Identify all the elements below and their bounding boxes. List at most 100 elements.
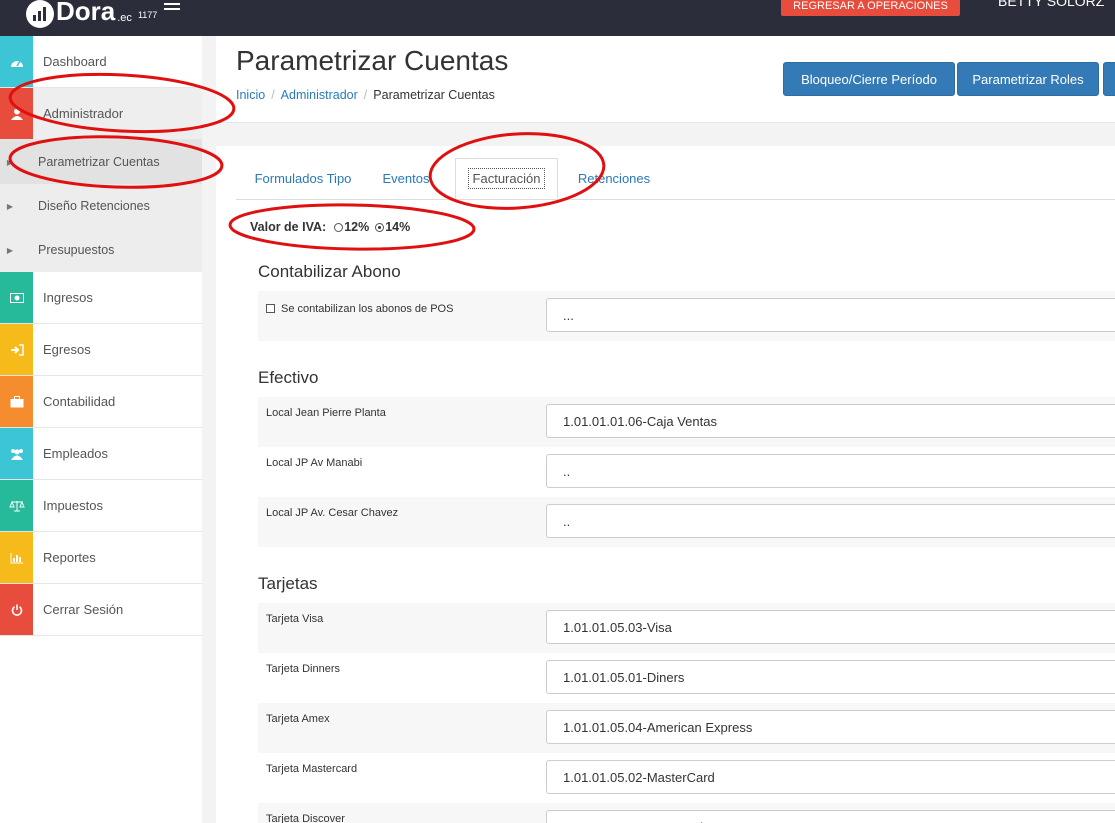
logo-text: Dora — [56, 0, 116, 26]
sidebar-subitem-parametrizar-cuentas[interactable]: ▶ Parametrizar Cuentas — [0, 140, 202, 184]
sidebar-item-contabilidad[interactable]: Contabilidad — [0, 376, 202, 428]
form-row: Local Jean Pierre Planta 1.01.01.01.06-C… — [258, 397, 1115, 447]
breadcrumb-separator: / — [363, 88, 368, 102]
sidebar-gutter — [202, 36, 216, 823]
parametrizar-roles-button[interactable]: Parametrizar Roles — [957, 62, 1099, 96]
sidebar-item-administrador[interactable]: Administrador — [0, 88, 202, 140]
sidebar-item-label: Reportes — [43, 550, 96, 565]
row-label: Tarjeta Visa — [266, 613, 324, 625]
tab-eventos[interactable]: Eventos — [376, 158, 436, 198]
row-label: Local JP Av. Cesar Chavez — [266, 507, 399, 519]
back-to-operations-button[interactable]: REGRESAR A OPERACIONES — [781, 0, 960, 16]
logo-number: 1177 — [137, 10, 158, 20]
tab-facturacion[interactable]: Facturación — [455, 158, 558, 199]
logo-chart-icon — [26, 0, 54, 28]
hamburger-menu-icon[interactable] — [164, 0, 180, 12]
briefcase-icon — [0, 376, 33, 427]
sidebar-subitem-presupuestos[interactable]: ▶ Presupuestos — [0, 228, 202, 272]
breadcrumb: Inicio / Administrador / Parametrizar Cu… — [236, 88, 495, 102]
row-label: Tarjeta Amex — [266, 713, 330, 725]
breadcrumb-separator: / — [271, 88, 275, 102]
sidebar-item-dashboard[interactable]: Dashboard — [0, 36, 202, 88]
sidebar-item-ingresos[interactable]: Ingresos — [0, 272, 202, 324]
form-row: Tarjeta Visa 1.01.01.05.03-Visa — [258, 603, 1115, 653]
form-row: Tarjeta Dinners 1.01.01.05.01-Diners — [258, 653, 1115, 703]
caret-right-icon: ▶ — [6, 201, 14, 211]
sidebar-subitem-label: Parametrizar Cuentas — [38, 155, 160, 169]
sign-in-icon — [0, 324, 33, 375]
more-header-button[interactable] — [1103, 62, 1115, 96]
sidebar-item-empleados[interactable]: Empleados — [0, 428, 202, 480]
breadcrumb-link-inicio[interactable]: Inicio — [236, 88, 265, 102]
sidebar-item-reportes[interactable]: Reportes — [0, 532, 202, 584]
sidebar-item-label: Administrador — [43, 106, 124, 121]
iva-radio-12[interactable] — [334, 222, 344, 232]
abono-pos-checkbox[interactable] — [266, 304, 275, 313]
form-row: Tarjeta Discover 1.01.01.05.05-Otras Tar… — [258, 803, 1115, 823]
account-input[interactable]: 1.01.01.01.06-Caja Ventas — [546, 404, 1115, 438]
top-bar: Dora .ec 1177 REGRESAR A OPERACIONES BET… — [0, 0, 1115, 36]
abono-checkbox-text: Se contabilizan los abonos de POS — [281, 303, 454, 315]
account-input[interactable]: 1.01.01.05.05-Otras Tarjetas — [546, 810, 1115, 823]
account-input[interactable]: 1.01.01.05.01-Diners — [546, 660, 1115, 694]
account-input[interactable]: .. — [546, 454, 1115, 488]
row-label: Tarjeta Mastercard — [266, 763, 358, 775]
sidebar-item-cerrar-sesion[interactable]: Cerrar Sesión — [0, 584, 202, 636]
tab-label: Eventos — [382, 170, 430, 186]
breadcrumb-link-administrador[interactable]: Administrador — [281, 88, 358, 102]
sidebar-item-label: Ingresos — [43, 290, 93, 305]
account-input[interactable]: 1.01.01.05.02-MasterCard — [546, 760, 1115, 794]
sidebar-item-label: Dashboard — [43, 54, 107, 69]
logo-ec: .ec — [117, 12, 132, 24]
dashboard-icon — [0, 36, 33, 87]
form-row: Local JP Av. Cesar Chavez .. — [258, 497, 1115, 547]
form-row: Local JP Av Manabi .. — [258, 447, 1115, 497]
tab-retenciones[interactable]: Retenciones — [568, 158, 660, 198]
sidebar-item-label: Contabilidad — [43, 394, 116, 409]
section-title-abono: Contabilizar Abono — [258, 262, 401, 281]
money-icon — [0, 272, 33, 323]
caret-right-icon: ▶ — [6, 157, 14, 167]
tab-label: Facturación — [467, 168, 546, 189]
abono-account-input[interactable]: ... — [546, 298, 1115, 332]
page-title: Parametrizar Cuentas — [236, 45, 509, 76]
iva-label: Valor de IVA: — [250, 220, 327, 234]
iva-option-label: 12% — [344, 220, 370, 234]
sidebar: Dashboard Administrador ▶ Parametrizar C… — [0, 36, 203, 823]
section-title-efectivo: Efectivo — [258, 368, 319, 387]
sidebar-item-impuestos[interactable]: Impuestos — [0, 480, 202, 532]
sidebar-item-label: Impuestos — [43, 498, 103, 513]
section-title-tarjetas: Tarjetas — [258, 574, 318, 593]
account-input[interactable]: .. — [546, 504, 1115, 538]
account-input[interactable]: 1.01.01.05.04-American Express — [546, 710, 1115, 744]
user-name[interactable]: BETTY SOLORZ — [998, 0, 1104, 9]
sidebar-item-label: Egresos — [43, 342, 91, 357]
breadcrumb-current: Parametrizar Cuentas — [373, 88, 495, 102]
sidebar-item-label: Cerrar Sesión — [43, 602, 124, 617]
row-label: Tarjeta Dinners — [266, 663, 340, 675]
account-input[interactable]: 1.01.01.05.03-Visa — [546, 610, 1115, 644]
sidebar-subitem-label: Presupuestos — [38, 243, 115, 257]
users-icon — [0, 428, 33, 479]
row-label: Tarjeta Discover — [266, 813, 345, 823]
bloqueo-cierre-periodo-button[interactable]: Bloqueo/Cierre Período — [783, 62, 955, 96]
sidebar-subitem-diseno-retenciones[interactable]: ▶ Diseño Retenciones — [0, 184, 202, 228]
iva-option-label: 14% — [385, 220, 411, 234]
sidebar-item-label: Empleados — [43, 446, 109, 461]
tab-bar: Formulados Tipo Eventos Facturación Rete… — [236, 158, 1115, 200]
row-label: Local JP Av Manabi — [266, 457, 363, 469]
tab-label: Formulados Tipo — [254, 170, 352, 186]
sidebar-subitem-label: Diseño Retenciones — [38, 199, 150, 213]
app-logo[interactable]: Dora .ec 1177 — [26, 0, 158, 28]
row-label: Local Jean Pierre Planta — [266, 407, 386, 419]
tab-formulados-tipo[interactable]: Formulados Tipo — [240, 158, 366, 198]
sidebar-item-egresos[interactable]: Egresos — [0, 324, 202, 376]
form-row: Tarjeta Mastercard 1.01.01.05.02-MasterC… — [258, 753, 1115, 803]
user-icon — [0, 88, 33, 139]
caret-right-icon: ▶ — [6, 245, 14, 255]
power-icon — [0, 584, 33, 635]
iva-radio-group: Valor de IVA: 12% 14% — [250, 220, 410, 234]
abono-checkbox-label: Se contabilizan los abonos de POS — [266, 303, 453, 315]
header-divider — [216, 122, 1115, 146]
iva-radio-14[interactable] — [375, 222, 385, 232]
